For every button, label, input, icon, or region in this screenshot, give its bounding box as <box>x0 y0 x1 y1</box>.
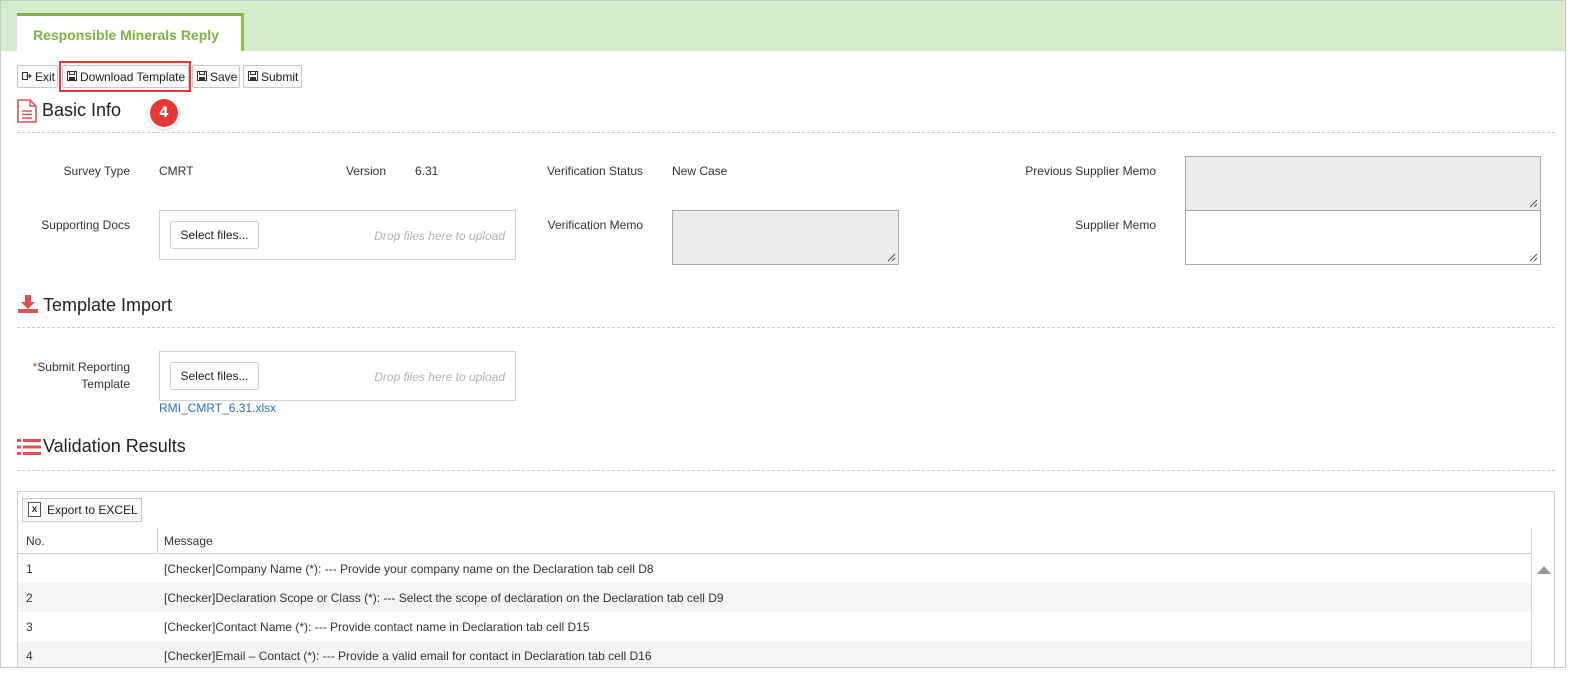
divider <box>17 470 1555 471</box>
row-number: 1 <box>26 562 33 576</box>
row-message: [Checker]Declaration Scope or Class (*):… <box>164 591 724 605</box>
row-number: 4 <box>26 649 33 663</box>
section-title-template-import: Template Import <box>43 295 173 315</box>
list-icon <box>17 438 41 459</box>
export-to-excel-label: Export to EXCEL <box>47 503 138 517</box>
excel-icon: x <box>28 502 41 517</box>
exit-label: Exit <box>35 70 56 84</box>
survey-type-value: CMRT <box>159 164 194 178</box>
table-row[interactable]: 2 [Checker]Declaration Scope or Class (*… <box>18 583 1531 612</box>
exit-button[interactable]: Exit <box>17 65 58 88</box>
save-button[interactable]: Save <box>192 65 240 88</box>
version-label: Version <box>345 164 386 178</box>
submit-reporting-template-label: *Submit Reporting Template <box>21 359 130 393</box>
previous-supplier-memo-field <box>1185 156 1541 211</box>
section-title-validation-results: Validation Results <box>43 436 186 456</box>
uploaded-file-link[interactable]: RMI_CMRT_6.31.xlsx <box>159 401 276 415</box>
submit-reporting-line2: Template <box>81 377 130 391</box>
supporting-docs-label: Supporting Docs <box>41 218 130 232</box>
table-row[interactable]: 4 [Checker]Email – Contact (*): --- Prov… <box>18 641 1531 667</box>
verification-status-label: Verification Status <box>546 164 643 178</box>
row-message: [Checker]Contact Name (*): --- Provide c… <box>164 620 590 634</box>
supplier-memo-input[interactable] <box>1185 210 1541 265</box>
row-message: [Checker]Company Name (*): --- Provide y… <box>164 562 654 576</box>
row-message: [Checker]Email – Contact (*): --- Provid… <box>164 649 652 663</box>
verification-memo-label: Verification Memo <box>547 218 643 232</box>
template-upload: Select files... Drop files here to uploa… <box>159 351 516 401</box>
submit-reporting-line1: Submit Reporting <box>37 360 130 374</box>
tab-responsible-minerals-reply[interactable]: Responsible Minerals Reply <box>17 13 244 51</box>
highlight-box <box>59 61 191 92</box>
column-header-no[interactable]: No. <box>26 534 45 548</box>
select-files-button[interactable]: Select files... <box>170 362 259 390</box>
export-to-excel-button[interactable]: x Export to EXCEL <box>22 498 142 522</box>
submit-label: Submit <box>261 70 299 84</box>
supplier-memo-label: Supplier Memo <box>1075 218 1156 232</box>
divider <box>17 132 1555 133</box>
column-header-message[interactable]: Message <box>164 534 213 548</box>
survey-type-label: Survey Type <box>63 164 130 178</box>
validation-results-grid: x Export to EXCEL No. Message 1 [Checker… <box>17 491 1555 667</box>
app-window: Responsible Minerals Reply Exit Download… <box>0 0 1566 668</box>
section-title-basic-info: Basic Info <box>42 100 122 120</box>
row-number: 3 <box>26 620 33 634</box>
resize-grip-icon <box>1529 199 1538 208</box>
save-label: Save <box>210 70 238 84</box>
column-divider <box>157 528 158 553</box>
select-files-button[interactable]: Select files... <box>170 221 259 249</box>
save-disk-icon <box>197 71 208 84</box>
grid-header: No. Message <box>18 528 1531 554</box>
download-icon <box>17 294 39 317</box>
save-disk-icon <box>248 71 259 84</box>
table-row[interactable]: 3 [Checker]Contact Name (*): --- Provide… <box>18 612 1531 641</box>
top-bar: Responsible Minerals Reply <box>1 1 1565 51</box>
divider <box>17 327 1555 328</box>
verification-memo-field <box>672 210 899 265</box>
grid-toolbar: x Export to EXCEL <box>18 492 1554 529</box>
previous-supplier-memo-label: Previous Supplier Memo <box>1025 164 1156 178</box>
table-row[interactable]: 1 [Checker]Company Name (*): --- Provide… <box>18 554 1531 583</box>
grid-scrollbar[interactable] <box>1531 528 1554 667</box>
resize-grip-icon <box>887 253 896 262</box>
drop-zone-hint: Drop files here to upload <box>374 370 505 384</box>
row-number: 2 <box>26 591 33 605</box>
document-icon <box>17 99 37 126</box>
step-callout-badge: 4 <box>150 99 178 127</box>
supporting-docs-upload: Select files... Drop files here to uploa… <box>159 210 516 260</box>
verification-status-value: New Case <box>672 164 728 178</box>
scroll-up-arrow-icon[interactable] <box>1537 566 1551 574</box>
version-value: 6.31 <box>415 164 439 178</box>
drop-zone-hint: Drop files here to upload <box>374 229 505 243</box>
resize-grip-icon[interactable] <box>1528 252 1538 262</box>
exit-icon <box>22 71 33 84</box>
submit-button[interactable]: Submit <box>243 65 302 88</box>
